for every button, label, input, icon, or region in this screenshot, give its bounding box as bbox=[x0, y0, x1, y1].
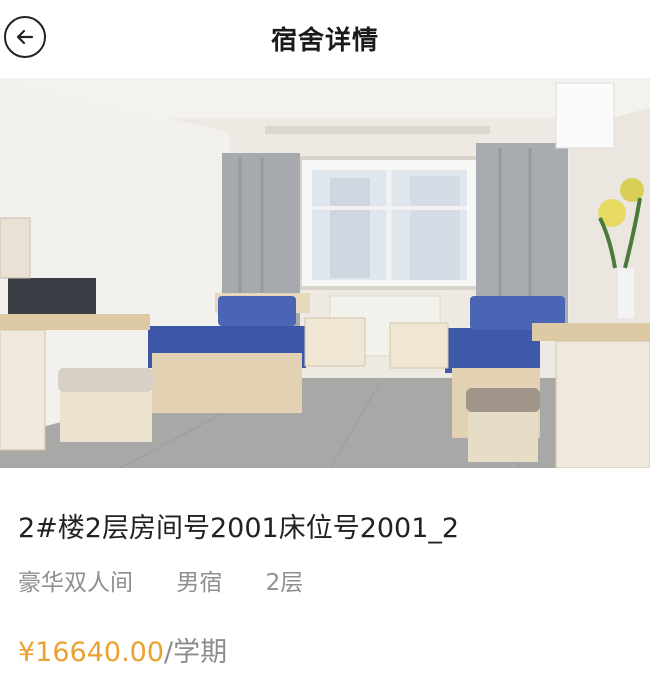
price-row: ¥16640.00/学期 bbox=[18, 636, 632, 670]
page-title: 宿舍详情 bbox=[270, 26, 379, 56]
floor-tag: 2层 bbox=[265, 570, 304, 596]
room-type-tag: 豪华双人间 bbox=[18, 570, 133, 596]
room-info: 2#楼2层房间号2001床位号2001_2 豪华双人间 男宿 2层 ¥16640… bbox=[0, 512, 650, 670]
dorm-room-photo bbox=[0, 78, 650, 468]
price-unit: /学期 bbox=[164, 637, 228, 668]
gender-tag: 男宿 bbox=[176, 570, 223, 596]
top-bar: 宿舍详情 bbox=[0, 0, 650, 78]
room-title: 2#楼2层房间号2001床位号2001_2 bbox=[18, 513, 460, 544]
room-tags: 豪华双人间 男宿 2层 bbox=[18, 568, 632, 598]
price-amount: ¥16640.00 bbox=[18, 637, 165, 668]
